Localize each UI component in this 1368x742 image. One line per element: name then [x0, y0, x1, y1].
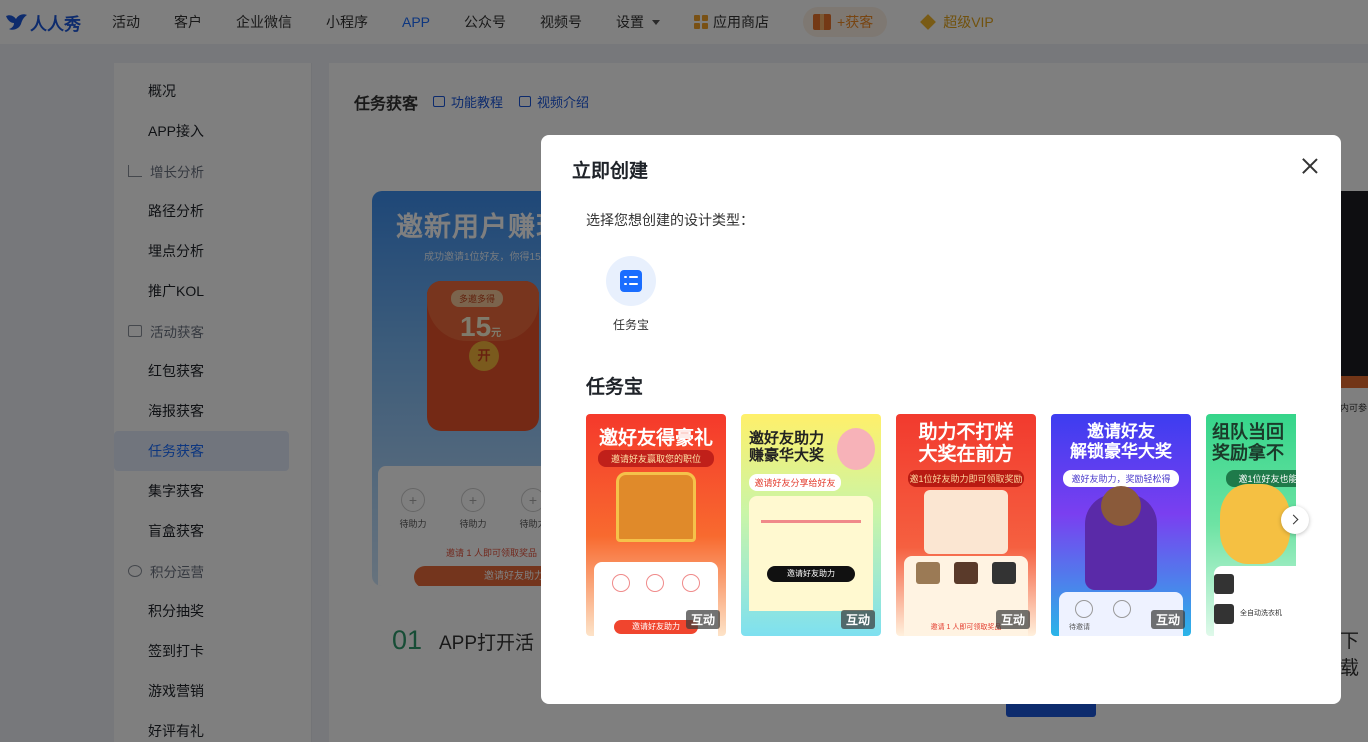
template-subtitle: 邀好友助力，奖励轻松得: [1063, 470, 1179, 487]
template-card[interactable]: 邀请好友 解锁豪华大奖 邀好友助力，奖励轻松得 待邀请 互动: [1051, 414, 1191, 636]
progress-track: [761, 520, 861, 523]
prize-thumbnail: [992, 562, 1016, 584]
template-subtitle: 邀1位好友助力即可领取奖励: [908, 470, 1024, 487]
type-option-task[interactable]: 任务宝: [606, 256, 656, 333]
treasure-chest-image: [616, 472, 696, 542]
template-headline: 邀请好友 解锁豪华大奖: [1070, 422, 1172, 461]
modal-title: 立即创建: [572, 161, 649, 182]
lock-icon: [1214, 574, 1234, 594]
template-subtitle: 邀请好友赢取您的职位: [598, 450, 714, 467]
template-card[interactable]: 邀好友助力 赚豪华大奖 邀请好友分享给好友 邀请好友助力 互动: [741, 414, 881, 636]
template-card[interactable]: 助力不打烊 大奖在前方 邀1位好友助力即可领取奖励 邀请 1 人即可领取奖品 互…: [896, 414, 1036, 636]
template-badge: 互动: [840, 610, 875, 629]
type-prompt: 选择您想创建的设计类型：: [586, 212, 754, 228]
template-badge: 互动: [685, 610, 720, 629]
red-envelope-image: [924, 490, 1008, 554]
cartoon-character-image: [1220, 484, 1290, 564]
cartoon-head-image: [1101, 486, 1141, 526]
template-badge: 互动: [1150, 610, 1185, 629]
template-panel: 邀请好友助力: [749, 496, 873, 611]
template-carousel: 邀好友得豪礼 邀请好友赢取您的职位 邀请好友助力 互动 邀好友助力 赚豪华大奖 …: [586, 414, 1296, 636]
pig-mascot-image: [837, 428, 875, 470]
prize-name: 全自动洗衣机: [1240, 610, 1282, 617]
plus-icon: [1075, 600, 1093, 618]
plus-icon: [682, 574, 700, 592]
template-footer-label: 待邀请: [1069, 624, 1090, 631]
template-card[interactable]: 邀好友得豪礼 邀请好友赢取您的职位 邀请好友助力 互动: [586, 414, 726, 636]
template-subtitle: 邀请好友分享给好友: [749, 474, 841, 491]
lock-icon: [1214, 604, 1234, 624]
template-section-title: 任务宝: [586, 377, 644, 398]
template-headline: 助力不打烊 大奖在前方: [918, 422, 1014, 465]
template-badge: 互动: [995, 610, 1030, 629]
template-headline: 邀好友得豪礼: [598, 428, 713, 449]
type-option-label: 任务宝: [612, 318, 649, 332]
type-option-circle: [606, 256, 656, 306]
template-panel: 全自动洗衣机: [1214, 566, 1296, 636]
close-icon[interactable]: [1301, 157, 1319, 175]
create-modal: 立即创建 选择您想创建的设计类型： 任务宝 任务宝 邀好友得豪礼 邀请好友赢取您…: [541, 135, 1341, 704]
carousel-next-button[interactable]: [1281, 506, 1309, 534]
plus-icon: [612, 574, 630, 592]
prize-thumbnail: [916, 562, 940, 584]
prize-thumbnail: [954, 562, 978, 584]
plus-icon: [1113, 600, 1131, 618]
template-headline: 组队当回 奖励拿不: [1212, 422, 1284, 463]
checklist-icon: [620, 270, 642, 292]
plus-icon: [646, 574, 664, 592]
template-footer-button: 邀请好友助力: [767, 566, 855, 582]
